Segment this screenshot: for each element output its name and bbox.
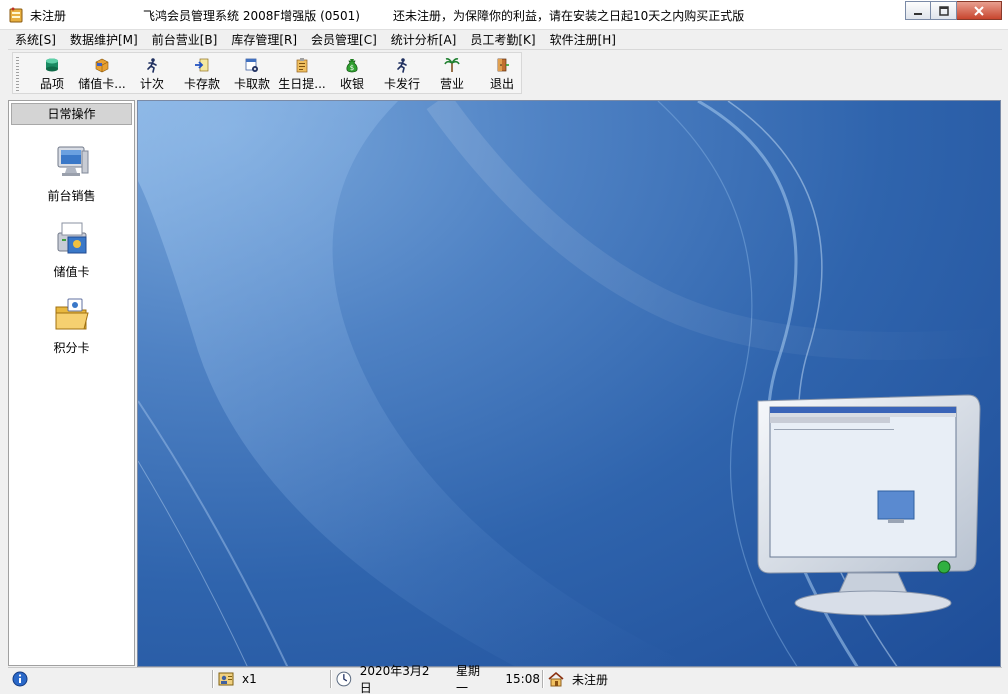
database-icon xyxy=(46,58,58,72)
status-separator xyxy=(330,670,332,688)
tool-exit-label: 退出 xyxy=(489,77,514,91)
tool-card-withdraw-button[interactable]: 卡取款 xyxy=(227,55,277,93)
close-icon xyxy=(974,5,984,16)
printer-card-icon xyxy=(57,222,86,254)
status-weekday: 星期一 xyxy=(456,664,481,694)
tool-card-deposit-label: 卡存款 xyxy=(183,77,220,91)
tool-card-issue-button[interactable]: 卡发行 xyxy=(377,55,427,93)
tool-cashier-label: 收银 xyxy=(339,77,364,91)
maximize-button[interactable] xyxy=(931,1,957,20)
tool-business-label: 营业 xyxy=(439,77,464,91)
folder-icon xyxy=(55,298,89,330)
minimize-icon xyxy=(914,12,922,15)
tool-card-withdraw-label: 卡取款 xyxy=(233,77,270,91)
menu-system[interactable]: 系统[S] xyxy=(8,30,63,50)
sidebar-header[interactable]: 日常操作 xyxy=(11,103,132,125)
money-bag-icon: $ xyxy=(346,59,358,73)
window-title-registration: 未注册 xyxy=(30,9,67,23)
menu-attendance[interactable]: 员工考勤[K] xyxy=(463,30,542,50)
toolbar-panel: 品项 储值卡... 计次 卡存款 卡取款 生日提... $ 收银 卡发行 营业 … xyxy=(12,52,522,94)
tool-stored-value-card-label: 储值卡... xyxy=(78,77,126,91)
info-icon xyxy=(12,671,28,687)
home-icon xyxy=(548,671,564,687)
title-bar: 未注册 飞鸿会员管理系统 2008F增强版 (0501) 还未注册，为保障你的利… xyxy=(0,0,1008,30)
tool-business-button[interactable]: 营业 xyxy=(427,55,477,93)
birthday-clipboard-icon xyxy=(296,58,308,73)
tool-stored-value-card-button[interactable]: 储值卡... xyxy=(77,55,127,93)
sidebar-item-label: 储值卡 xyxy=(53,265,90,279)
monitor-illustration xyxy=(757,394,981,616)
sidebar: 日常操作 前台销售 储值卡 积分卡 xyxy=(8,100,135,666)
sidebar-item-front-sales[interactable]: 前台销售 xyxy=(19,143,124,204)
exit-door-icon xyxy=(497,58,509,72)
toolbar-grip[interactable] xyxy=(16,57,19,91)
users-icon xyxy=(218,672,234,686)
menu-statistics[interactable]: 统计分析[A] xyxy=(384,30,464,50)
window-controls xyxy=(905,1,1002,20)
menu-bar: 系统[S] 数据维护[M] 前台营业[B] 库存管理[R] 会员管理[C] 统计… xyxy=(8,30,1002,50)
menu-registration[interactable]: 软件注册[H] xyxy=(543,30,623,50)
status-registration-cell: 未注册 xyxy=(548,670,748,688)
status-user-cell: x1 xyxy=(218,670,328,688)
menu-front-desk[interactable]: 前台营业[B] xyxy=(145,30,225,50)
tool-cashier-button[interactable]: $ 收银 xyxy=(327,55,377,93)
main-workspace xyxy=(137,100,1001,667)
status-count: x1 xyxy=(242,672,257,686)
app-icon xyxy=(9,7,23,23)
tool-birthday-reminder-label: 生日提... xyxy=(278,77,326,91)
tool-birthday-reminder-button[interactable]: 生日提... xyxy=(277,55,327,93)
status-bar: x1 2020年3月2日 星期一 15:08 未注册 xyxy=(8,664,1002,694)
status-datetime-cell: 2020年3月2日 星期一 15:08 xyxy=(336,664,540,694)
card-box-icon xyxy=(95,58,109,73)
status-registration: 未注册 xyxy=(572,672,609,687)
svg-text:$: $ xyxy=(350,64,354,72)
sidebar-item-label: 积分卡 xyxy=(53,341,90,355)
menu-inventory[interactable]: 库存管理[R] xyxy=(224,30,304,50)
status-date: 2020年3月2日 xyxy=(359,664,430,694)
maximize-icon xyxy=(938,5,949,16)
registration-notice: 还未注册，为保障你的利益，请在安装之日起10天之内购买正式版 xyxy=(393,9,745,23)
tool-count-label: 计次 xyxy=(139,77,164,91)
status-info-cell xyxy=(12,670,212,688)
runner-icon xyxy=(147,58,157,73)
tool-items-label: 品项 xyxy=(39,77,64,91)
window-title: 飞鸿会员管理系统 2008F增强版 (0501) xyxy=(143,9,360,23)
tool-card-deposit-button[interactable]: 卡存款 xyxy=(177,55,227,93)
clock-icon xyxy=(336,671,352,687)
withdraw-doc-icon xyxy=(245,58,258,72)
tool-items-button[interactable]: 品项 xyxy=(27,55,77,93)
menu-data-maintenance[interactable]: 数据维护[M] xyxy=(63,30,145,50)
sidebar-item-label: 前台销售 xyxy=(47,189,96,203)
status-separator xyxy=(212,670,214,688)
menu-member-management[interactable]: 会员管理[C] xyxy=(304,30,384,50)
close-button[interactable] xyxy=(957,1,1002,20)
minimize-button[interactable] xyxy=(905,1,931,20)
tool-card-issue-label: 卡发行 xyxy=(383,77,420,91)
tool-exit-button[interactable]: 退出 xyxy=(477,55,527,93)
toolbar: 品项 储值卡... 计次 卡存款 卡取款 生日提... $ 收银 卡发行 营业 … xyxy=(8,50,1002,98)
sidebar-item-points-card[interactable]: 积分卡 xyxy=(19,295,124,356)
tool-count-button[interactable]: 计次 xyxy=(127,55,177,93)
deposit-arrow-icon xyxy=(195,58,209,72)
runner-icon xyxy=(397,58,407,73)
sidebar-item-stored-value-card[interactable]: 储值卡 xyxy=(19,219,124,280)
status-separator xyxy=(542,670,544,688)
palm-tree-icon xyxy=(444,58,460,72)
status-time: 15:08 xyxy=(505,672,540,686)
computer-icon xyxy=(57,146,88,176)
